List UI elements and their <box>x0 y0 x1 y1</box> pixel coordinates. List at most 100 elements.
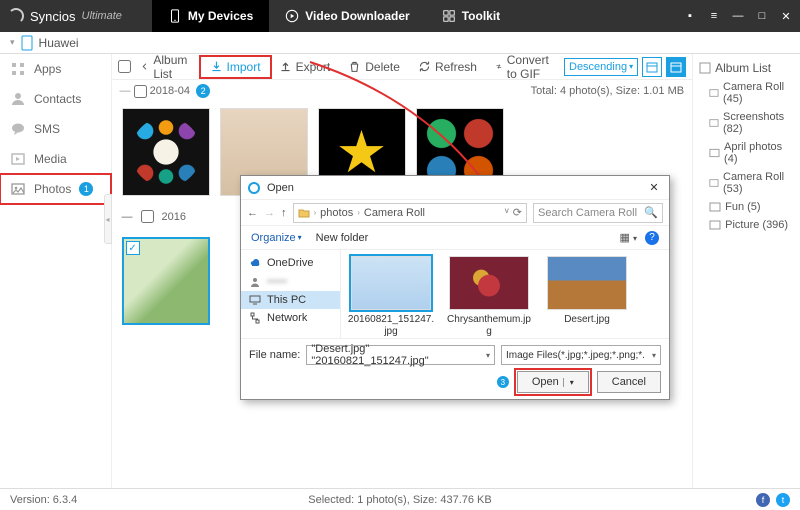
twitter-icon[interactable]: t <box>776 493 790 507</box>
album-list-panel: Album List Camera Roll (45) Screenshots … <box>692 54 800 488</box>
sort-controls: Descending▾ <box>564 57 686 77</box>
check-icon: ✓ <box>126 241 140 255</box>
open-button[interactable]: Open▾ <box>517 371 589 393</box>
sidebar-item-sms[interactable]: SMS <box>0 114 111 144</box>
album-item[interactable]: Fun (5) <box>693 198 800 216</box>
nav-blurred[interactable]: ━━━ <box>241 272 340 291</box>
view-toggle-2[interactable] <box>666 57 686 77</box>
phone-icon <box>168 9 182 23</box>
photos-icon <box>10 181 26 197</box>
apps-icon <box>10 61 26 77</box>
import-button[interactable]: Import <box>202 58 269 76</box>
syncios-icon <box>8 8 24 24</box>
cancel-button[interactable]: Cancel <box>597 371 661 393</box>
collapse-icon[interactable]: — <box>122 211 133 223</box>
tab-my-devices[interactable]: My Devices <box>152 0 269 32</box>
nav-forward-button[interactable]: → <box>264 207 275 219</box>
organize-button[interactable]: Organize ▾ <box>251 232 302 244</box>
chevron-down-icon[interactable]: v <box>505 206 509 219</box>
album-item[interactable]: Screenshots (82) <box>693 108 800 138</box>
device-icon <box>21 35 33 51</box>
dialog-close-button[interactable]: ✕ <box>645 179 663 197</box>
album-item[interactable]: April photos (4) <box>693 138 800 168</box>
nav-up-button[interactable]: ↑ <box>281 207 287 219</box>
chevron-down-icon: ▾ <box>563 378 574 387</box>
app-name: Syncios <box>30 9 76 24</box>
facebook-icon[interactable]: f <box>756 493 770 507</box>
section-checkbox[interactable] <box>141 210 154 223</box>
photo-thumb-selected[interactable]: ✓ <box>122 237 210 325</box>
file-item[interactable]: 20160821_151247.jpg <box>347 256 435 332</box>
chat-icon[interactable]: ▪ <box>684 10 696 22</box>
collapse-icon[interactable]: — <box>120 85 134 97</box>
select-all-checkbox[interactable] <box>118 60 131 73</box>
sidebar-item-apps[interactable]: Apps <box>0 54 111 84</box>
dialog-file-grid: 20160821_151247.jpg Chrysanthemum.jpg De… <box>341 250 669 338</box>
breadcrumb[interactable]: › photos › Camera Roll v⟳ <box>293 203 528 223</box>
status-bar: Version: 6.3.4 Selected: 1 photo(s), Siz… <box>0 488 800 510</box>
sort-dropdown[interactable]: Descending▾ <box>564 58 638 76</box>
syncios-icon <box>247 181 261 195</box>
image-icon <box>709 87 719 99</box>
grid-icon <box>442 9 456 23</box>
pc-icon <box>249 294 261 306</box>
delete-button[interactable]: Delete <box>340 58 408 76</box>
convert-icon <box>495 60 503 73</box>
title-bar: Syncios Ultimate My Devices Video Downlo… <box>0 0 800 32</box>
dialog-search[interactable]: Search Camera Roll🔍 <box>533 203 663 223</box>
nav-network[interactable]: Network <box>241 309 340 327</box>
play-circle-icon <box>285 9 299 23</box>
image-icon <box>709 177 719 189</box>
back-arrow-icon <box>141 60 150 73</box>
refresh-button[interactable]: Refresh <box>410 58 485 76</box>
tab-toolkit[interactable]: Toolkit <box>426 0 516 32</box>
dialog-body: OneDrive ━━━ This PC Network 20160821_15… <box>241 250 669 338</box>
view-toggle-1[interactable] <box>642 57 662 77</box>
chevron-down-icon: ▾ <box>652 351 656 360</box>
refresh-icon[interactable]: ⟳ <box>513 206 522 219</box>
device-name: Huawei <box>39 36 79 50</box>
file-type-filter[interactable]: Image Files(*.jpg;*.jpeg;*.png;*.▾ <box>501 345 661 365</box>
file-item[interactable]: Desert.jpg <box>543 256 631 332</box>
trash-icon <box>348 60 361 73</box>
file-name-input[interactable]: "Desert.jpg" "20160821_151247.jpg"▾ <box>306 345 495 365</box>
sidebar-item-contacts[interactable]: Contacts <box>0 84 111 114</box>
section-summary: Total: 4 photo(s), Size: 1.01 MB <box>531 85 684 97</box>
album-item[interactable]: Camera Roll (53) <box>693 168 800 198</box>
app-logo: Syncios Ultimate <box>8 8 122 24</box>
nav-back-button[interactable]: ← <box>247 207 258 219</box>
album-item[interactable]: Camera Roll (45) <box>693 78 800 108</box>
photo-thumb[interactable] <box>122 108 210 196</box>
contacts-icon <box>10 91 26 107</box>
media-icon <box>10 151 26 167</box>
tab-video-downloader[interactable]: Video Downloader <box>269 0 425 32</box>
file-item[interactable]: Chrysanthemum.jpg <box>445 256 533 332</box>
file-thumb <box>547 256 627 310</box>
section-checkbox[interactable] <box>134 85 147 98</box>
dialog-side-nav: OneDrive ━━━ This PC Network <box>241 250 341 338</box>
list-icon <box>699 62 711 74</box>
album-item[interactable]: Picture (396) <box>693 216 800 234</box>
sidebar-collapse-handle[interactable]: ◂ <box>104 194 112 244</box>
info-bar: — 2018-04 2 Total: 4 photo(s), Size: 1.0… <box>112 80 693 102</box>
window-controls: ▪ ≡ — □ ✕ <box>684 10 792 22</box>
app-edition: Ultimate <box>82 10 122 22</box>
nav-this-pc[interactable]: This PC <box>241 291 340 309</box>
sidebar-item-photos[interactable]: Photos1 <box>0 174 111 204</box>
album-list-button[interactable]: Album List <box>133 51 200 83</box>
menu-icon[interactable]: ≡ <box>708 10 720 22</box>
minimize-button[interactable]: — <box>732 10 744 22</box>
convert-gif-button[interactable]: Convert to GIF <box>487 51 562 83</box>
main-tabs: My Devices Video Downloader Toolkit <box>152 0 516 32</box>
help-icon[interactable]: ? <box>645 231 659 245</box>
close-button[interactable]: ✕ <box>780 10 792 22</box>
folder-icon <box>298 207 310 219</box>
sidebar-item-media[interactable]: Media <box>0 144 111 174</box>
maximize-button[interactable]: □ <box>756 10 768 22</box>
export-button[interactable]: Export <box>271 58 339 76</box>
import-icon <box>210 60 223 73</box>
nav-onedrive[interactable]: OneDrive <box>241 254 340 272</box>
view-mode-button[interactable]: ▦ ▾ <box>620 231 637 244</box>
new-folder-button[interactable]: New folder <box>316 232 369 244</box>
triangle-down-icon[interactable]: ▾ <box>10 37 15 48</box>
